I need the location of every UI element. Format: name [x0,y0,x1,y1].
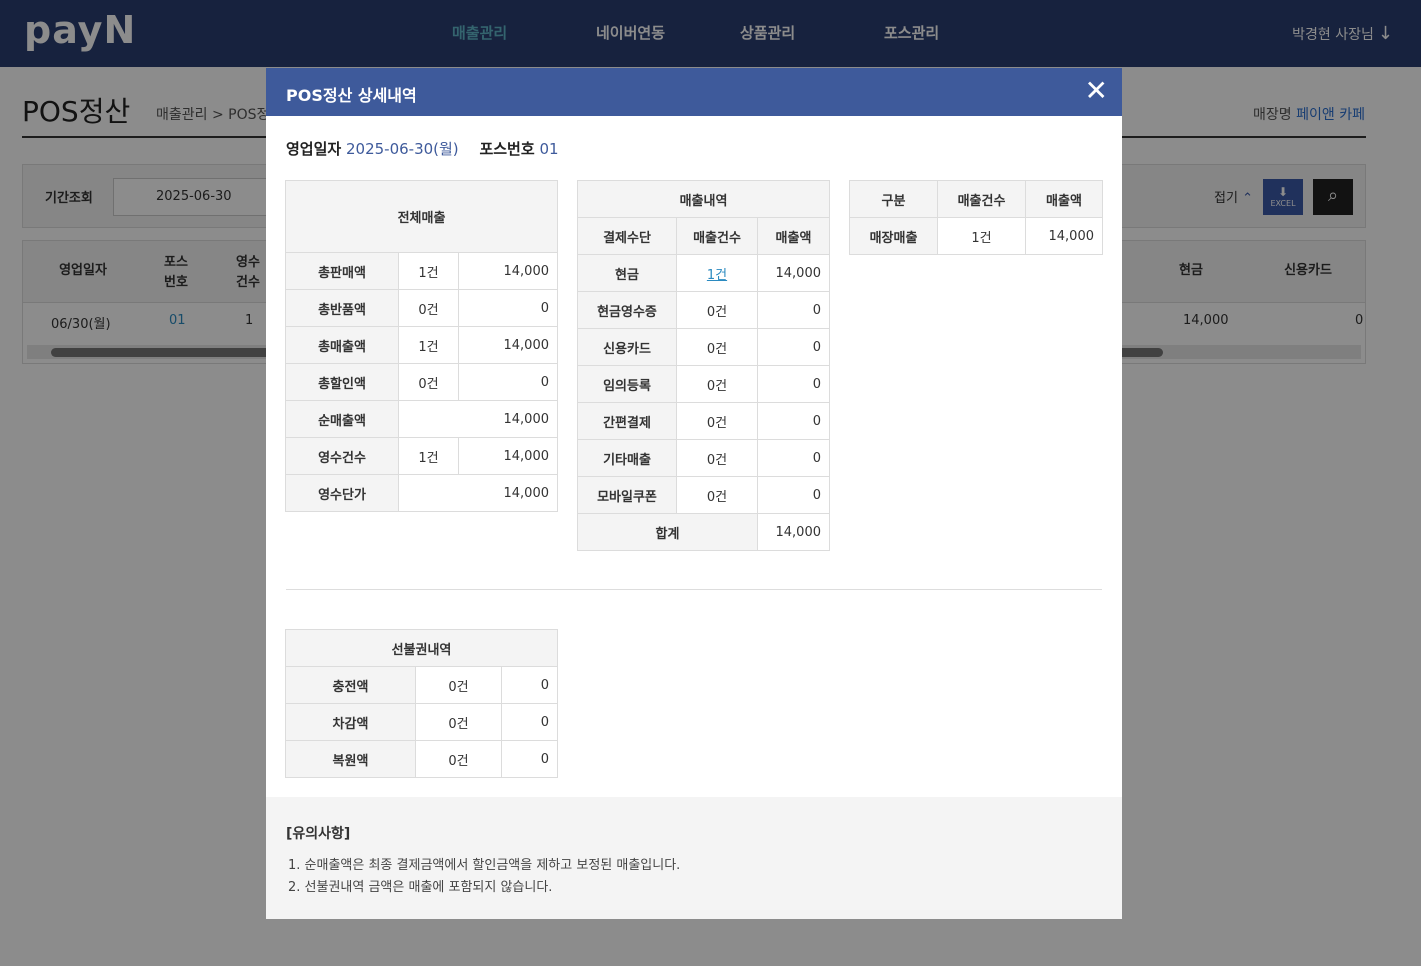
table-row: 신용카드 0건 0 [577,328,830,366]
business-info: 영업일자 2025-06-30(월) 포스번호 01 [286,138,559,159]
modal-header: POS정산 상세내역 ✕ [266,68,1122,116]
total-sales-title: 전체매출 [285,180,558,253]
pos-no-value: 01 [539,140,559,158]
table-row: 영수단가 14,000 [285,474,558,512]
table-row: 모바일쿠폰 0건 0 [577,476,830,514]
table-row: 현금 1건 14,000 [577,254,830,292]
sales-detail-title: 매출내역 [577,180,830,218]
note-item: 2. 선불권내역 금액은 매출에 포함되지 않습니다. [288,880,553,895]
modal-title: POS정산 상세내역 [286,86,417,105]
table-row: 합계 14,000 [577,513,830,551]
table-row: 차감액 0건 0 [285,703,558,741]
table-row: 순매출액 14,000 [285,400,558,438]
notes-title: [유의사항] [286,826,351,842]
table-row: 간편결제 0건 0 [577,402,830,440]
table-row: 복원액 0건 0 [285,740,558,778]
table-row: 영수건수 1건 14,000 [285,437,558,475]
total-sales-table: 전체매출 총판매액 1건 14,000 총반품액 0건 0 총매출액 1건 14,000 총… [285,180,558,512]
channel-sales-table: 구분 매출건수 매출액 매장매출 1건 14,000 [849,180,1103,255]
table-row: 현금영수증 0건 0 [577,291,830,329]
table-row: 총할인액 0건 0 [285,363,558,401]
business-date-label: 영업일자 [286,140,342,158]
section-divider [286,589,1102,590]
table-row: 임의등록 0건 0 [577,365,830,403]
pos-no-label: 포스번호 [479,140,535,158]
table-row: 총반품액 0건 0 [285,289,558,327]
close-icon[interactable]: ✕ [1085,76,1108,106]
business-date-value: 2025-06-30(월) [345,140,459,158]
table-row: 매장매출 1건 14,000 [849,217,1103,255]
cash-count-link[interactable]: 1건 [676,254,758,292]
prepaid-table: 선불권내역 충전액 0건 0 차감액 0건 0 복원액 0건 0 [285,629,558,778]
table-row: 총판매액 1건 14,000 [285,252,558,290]
table-row: 기타매출 0건 0 [577,439,830,477]
table-row: 충전액 0건 0 [285,666,558,704]
note-item: 1. 순매출액은 최종 결제금액에서 할인금액을 제하고 보정된 매출입니다. [288,858,681,873]
prepaid-title: 선불권내역 [285,629,558,667]
notes-section: [유의사항] 1. 순매출액은 최종 결제금액에서 할인금액을 제하고 보정된 … [266,797,1122,919]
table-row: 총매출액 1건 14,000 [285,326,558,364]
pos-settlement-detail-modal: POS정산 상세내역 ✕ 영업일자 2025-06-30(월) 포스번호 01 … [266,68,1122,919]
sales-detail-table: 매출내역 결제수단 매출건수 매출액 현금 1건 14,000 현금영수증 0건 0 신용카… [577,180,830,551]
